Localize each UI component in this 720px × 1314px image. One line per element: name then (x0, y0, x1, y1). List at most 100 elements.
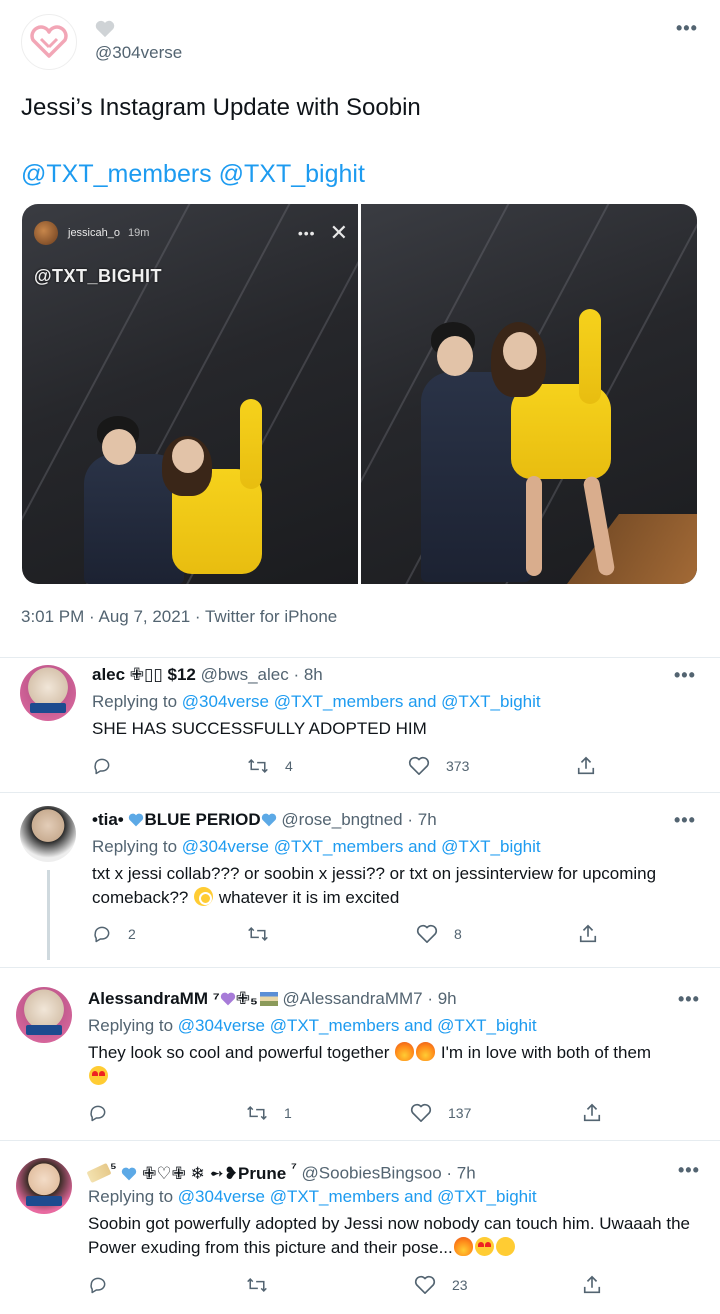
action-bar: 2 8 (92, 924, 600, 946)
reply-icon (94, 758, 110, 775)
like-heart-icon (408, 756, 430, 775)
reply-header[interactable]: •tia• BLUE PERIOD @rose_bngtned · 7h (92, 810, 437, 830)
like-button[interactable]: 373 (408, 756, 469, 776)
avatar[interactable] (20, 806, 76, 862)
heart-icon (95, 20, 115, 38)
tweet-media[interactable]: jessicah_o 19m ••• ✕ @TXT_BIGHIT (22, 204, 697, 584)
avatar[interactable] (16, 1158, 72, 1214)
story-avatar (34, 221, 58, 245)
reply-button[interactable] (88, 1275, 124, 1295)
share-icon (579, 924, 597, 943)
action-bar: 4 373 (92, 756, 600, 778)
blue-heart-emoji-icon (261, 813, 276, 827)
heart-outline-logo-icon (30, 25, 68, 58)
more-options-icon[interactable]: ••• (674, 665, 696, 686)
replying-to: Replying to @304verse @TXT_members and @… (88, 1016, 537, 1035)
share-button[interactable] (576, 756, 612, 776)
reply-tweet[interactable]: ⁵ ✙♡✙ ❄ ➻❥Prune ⁷ @SoobiesBingsoo · 7h •… (0, 1142, 720, 1314)
replying-to-mentions[interactable]: @304verse @TXT_members and @TXT_bighit (178, 1187, 537, 1206)
replying-to-mentions[interactable]: @304verse @TXT_members and @TXT_bighit (182, 837, 541, 856)
more-options-icon[interactable]: ••• (678, 1160, 700, 1181)
retweet-icon (248, 926, 268, 942)
reply-text: Soobin got powerfully adopted by Jessi n… (88, 1214, 690, 1257)
like-heart-icon (410, 1103, 432, 1122)
replying-to-mentions[interactable]: @304verse @TXT_members and @TXT_bighit (178, 1016, 537, 1035)
author-handle[interactable]: @304verse (95, 43, 182, 63)
fire-emoji-icon (416, 1042, 436, 1061)
story-username: jessicah_o (68, 227, 120, 239)
action-bar: 1 137 (88, 1103, 601, 1125)
replying-to: Replying to @304verse @TXT_members and @… (92, 692, 541, 711)
heart-eyes-emoji-icon (474, 1237, 494, 1256)
action-bar: 23 (88, 1275, 601, 1297)
reply-button[interactable] (88, 1103, 124, 1123)
retweet-icon (247, 1105, 267, 1121)
more-options-icon[interactable]: ••• (676, 18, 698, 39)
reply-header[interactable]: ⁵ ✙♡✙ ❄ ➻❥Prune ⁷ @SoobiesBingsoo · 7h (86, 1160, 476, 1184)
share-icon (583, 1275, 601, 1294)
reply-text: txt x jessi collab??? or soobin x jessi?… (92, 864, 657, 907)
replying-to-mentions[interactable]: @304verse @TXT_members and @TXT_bighit (182, 692, 541, 711)
fire-emoji-icon (453, 1237, 473, 1256)
like-button[interactable]: 8 (416, 924, 462, 944)
blue-heart-emoji-icon (122, 1167, 137, 1181)
share-button[interactable] (578, 924, 614, 944)
display-name[interactable]: AlessandraMM ⁷ ✙₅ (88, 989, 278, 1008)
share-button[interactable] (582, 1275, 618, 1295)
reply-button[interactable] (92, 756, 128, 776)
reply-header[interactable]: AlessandraMM ⁷ ✙₅ @AlessandraMM7 · 9h (88, 989, 457, 1009)
more-options-icon[interactable]: ••• (674, 810, 696, 831)
retweet-button[interactable] (246, 1275, 284, 1295)
retweet-button[interactable] (247, 924, 285, 944)
share-icon (583, 1103, 601, 1122)
books-emoji-icon (259, 992, 278, 1006)
handle-time[interactable]: @SoobiesBingsoo · 7h (302, 1164, 476, 1183)
display-name[interactable]: ⁵ ✙♡✙ ❄ ➻❥Prune ⁷ (86, 1160, 297, 1183)
handle-time[interactable]: @AlessandraMM7 · 9h (283, 989, 457, 1008)
story-tag-text: @TXT_BIGHIT (34, 266, 163, 286)
display-name[interactable]: •tia• BLUE PERIOD (92, 810, 277, 829)
like-button[interactable]: 137 (410, 1103, 471, 1123)
avatar[interactable] (20, 665, 76, 721)
replying-to: Replying to @304verse @TXT_members and @… (92, 837, 541, 856)
reply-text: They look so cool and powerful together … (88, 1041, 668, 1089)
main-tweet: @304verse ••• Jessi’s Instagram Update w… (0, 0, 720, 658)
like-button[interactable]: 23 (414, 1275, 468, 1295)
more-options-icon[interactable]: ••• (678, 989, 700, 1010)
share-button[interactable] (582, 1103, 618, 1123)
tweet-meta: 3:01 PM · Aug 7, 2021 · Twitter for iPho… (21, 607, 338, 626)
flushed-face-emoji-icon (194, 887, 214, 906)
retweet-icon (248, 758, 268, 774)
heart-eyes-emoji-icon (89, 1066, 108, 1085)
handle-time[interactable]: @rose_bngtned · 7h (281, 810, 436, 829)
retweet-button[interactable]: 1 (246, 1103, 292, 1123)
purple-heart-emoji-icon (220, 992, 235, 1006)
photo-story-screenshot[interactable]: jessicah_o 19m ••• ✕ @TXT_BIGHIT (22, 204, 358, 584)
retweet-icon (247, 1277, 267, 1293)
retweet-button[interactable]: 4 (247, 756, 293, 776)
cheese-emoji-icon (86, 1162, 112, 1183)
share-icon (577, 756, 595, 775)
like-heart-icon (416, 924, 438, 943)
reply-tweet[interactable]: •tia• BLUE PERIOD @rose_bngtned · 7h •••… (0, 794, 720, 968)
tweet-mentions[interactable]: @TXT_members @TXT_bighit (21, 160, 365, 189)
reply-tweet[interactable]: alec ✙▯▯ $12 @bws_alec · 8h ••• Replying… (0, 659, 720, 793)
reply-header[interactable]: alec ✙▯▯ $12 @bws_alec · 8h (92, 665, 323, 685)
thread-line (47, 870, 50, 960)
photo-original[interactable] (361, 204, 697, 584)
like-heart-icon (414, 1275, 436, 1294)
story-close-icon: ✕ (329, 220, 348, 245)
handle-time[interactable]: @bws_alec · 8h (201, 665, 323, 684)
story-time: 19m (127, 227, 150, 239)
tweet-text: Jessi’s Instagram Update with Soobin (21, 94, 421, 121)
blue-heart-emoji-icon (129, 813, 144, 827)
reply-icon (90, 1105, 106, 1122)
replying-to: Replying to @304verse @TXT_members and @… (88, 1187, 537, 1206)
avatar[interactable] (16, 987, 72, 1043)
story-more-icon: ••• (297, 225, 316, 241)
reply-tweet[interactable]: AlessandraMM ⁷ ✙₅ @AlessandraMM7 · 9h •••… (0, 969, 720, 1141)
author-avatar[interactable] (21, 14, 77, 70)
story-header: jessicah_o 19m ••• ✕ (34, 218, 348, 248)
reply-button[interactable]: 2 (92, 924, 136, 944)
display-name[interactable]: alec ✙▯▯ $12 (92, 665, 196, 684)
